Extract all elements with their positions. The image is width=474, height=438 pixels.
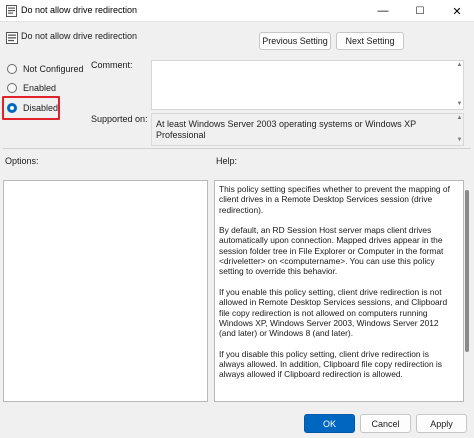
radio-circle-selected[interactable]	[7, 103, 17, 113]
help-scrollbar-thumb[interactable]	[465, 190, 469, 352]
help-label: Help:	[216, 156, 238, 166]
close-button[interactable]: ✕	[440, 0, 474, 22]
radio-not-configured[interactable]: Not Configured	[7, 62, 84, 76]
help-text: This policy setting specifies whether to…	[219, 184, 450, 390]
maximize-button[interactable]: ☐	[403, 0, 437, 22]
section-divider	[3, 148, 471, 149]
radio-circle[interactable]	[7, 83, 17, 93]
scroll-down-arrow-icon[interactable]: ▼	[456, 101, 463, 108]
apply-button[interactable]: Apply	[416, 414, 467, 433]
title-bar: Do not allow drive redirection — ☐ ✕	[0, 0, 474, 22]
previous-setting-button[interactable]: Previous Setting	[259, 32, 331, 50]
help-scrollbar[interactable]	[462, 180, 472, 402]
radio-label: Disabled	[23, 103, 59, 113]
help-paragraph: By default, an RD Session Host server ma…	[219, 225, 444, 277]
help-panel[interactable]: This policy setting specifies whether to…	[214, 180, 464, 402]
supported-on-label: Supported on:	[91, 114, 148, 124]
radio-circle[interactable]	[7, 64, 17, 74]
options-label: Options:	[5, 156, 39, 166]
setting-title: Do not allow drive redirection	[21, 31, 138, 41]
scroll-down-arrow-icon[interactable]: ▼	[456, 137, 463, 144]
radio-label: Not Configured	[23, 64, 84, 74]
policy-document-icon	[6, 5, 17, 17]
scroll-up-arrow-icon[interactable]: ▲	[456, 115, 463, 122]
next-setting-button[interactable]: Next Setting	[336, 32, 404, 50]
radio-disabled[interactable]: Disabled	[7, 101, 58, 115]
supported-on-value: At least Windows Server 2003 operating s…	[151, 113, 464, 146]
ok-button[interactable]: OK	[304, 414, 355, 433]
help-paragraph: This policy setting specifies whether to…	[219, 184, 450, 215]
policy-setting-icon	[6, 32, 18, 44]
help-paragraph: If you enable this policy setting, clien…	[219, 286, 448, 339]
help-paragraph: If you disable this policy setting, clie…	[219, 348, 442, 380]
minimize-button[interactable]: —	[366, 0, 400, 22]
radio-label: Enabled	[23, 83, 57, 93]
comment-label: Comment:	[91, 60, 133, 70]
comment-textarea[interactable]	[151, 60, 464, 110]
scroll-up-arrow-icon[interactable]: ▲	[456, 62, 463, 69]
options-panel	[3, 180, 208, 402]
cancel-button[interactable]: Cancel	[360, 414, 411, 433]
window-title: Do not allow drive redirection	[21, 5, 138, 15]
radio-enabled[interactable]: Enabled	[7, 81, 56, 95]
